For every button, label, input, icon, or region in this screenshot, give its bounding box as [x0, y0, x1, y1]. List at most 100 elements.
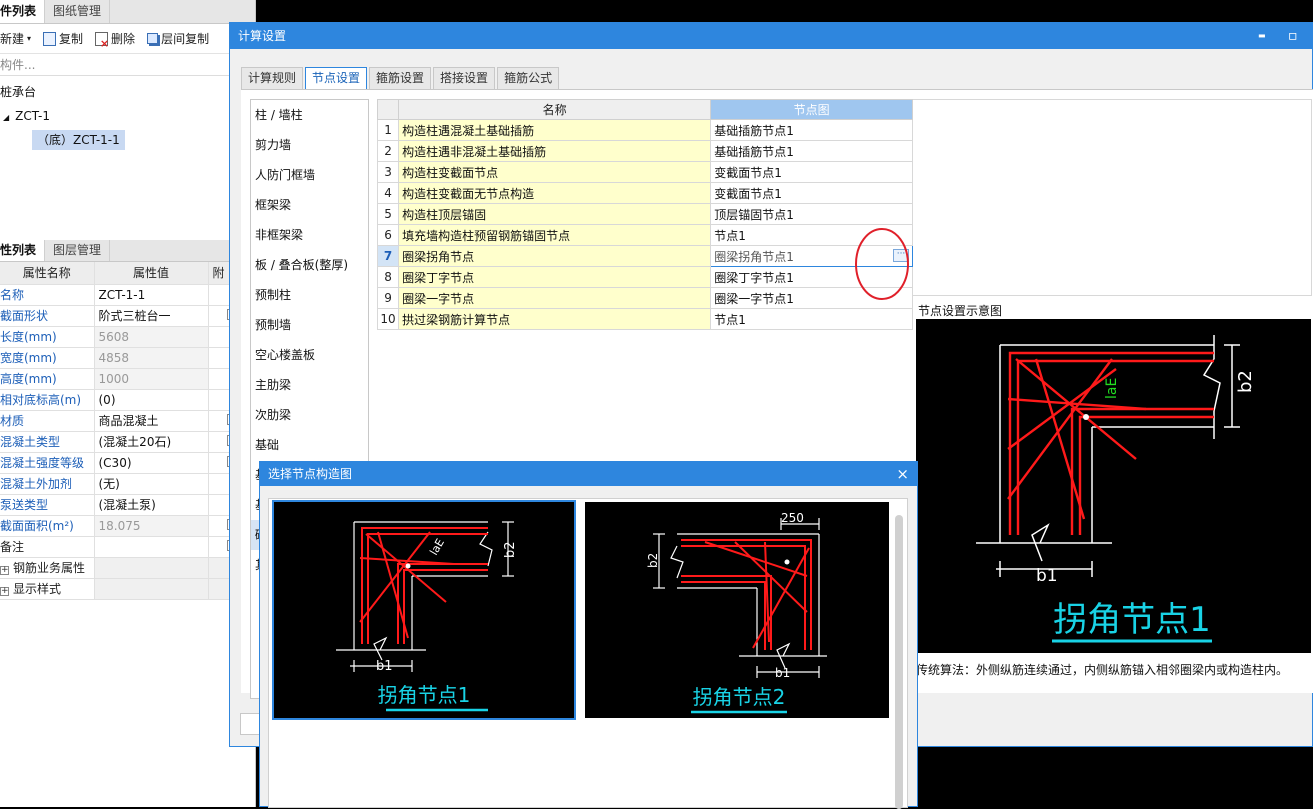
minimize-icon[interactable]: ▬ — [1258, 23, 1266, 49]
tree-item-zct-1[interactable]: ◢ ZCT-1 — [0, 104, 255, 128]
subdialog-titlebar[interactable]: 选择节点构造图 × — [260, 462, 917, 486]
property-row[interactable]: 长度(mm) 5608 — [0, 326, 257, 348]
property-row[interactable]: 宽度(mm) 4858 — [0, 347, 257, 369]
property-row[interactable]: 泵送类型 (混凝土泵) — [0, 494, 257, 516]
category-item[interactable]: 主肋梁 — [251, 370, 368, 400]
node-row[interactable]: 3 构造柱变截面节点 变截面节点1 — [376, 161, 913, 183]
category-item[interactable]: 空心楼盖板 — [251, 340, 368, 370]
property-row[interactable]: + 钢筋业务属性 — [0, 557, 257, 579]
property-row[interactable]: 材质 商品混凝土 — [0, 410, 257, 432]
node-diagram-cell[interactable]: 变截面节点1 — [710, 182, 913, 204]
node-option-2[interactable]: 250 b2 b1 拐角节点2 — [585, 502, 889, 718]
copy-button[interactable]: 复制 — [43, 30, 83, 47]
tree-item-pile-cap[interactable]: 桩承台 — [0, 80, 255, 104]
property-value[interactable] — [94, 536, 209, 558]
node-diagram-cell[interactable]: 基础插筋节点1 — [710, 140, 913, 162]
node-diagram-cell[interactable]: 基础插筋节点1 — [710, 119, 913, 141]
property-value[interactable]: (无) — [94, 473, 209, 495]
property-value[interactable] — [94, 557, 209, 579]
property-row[interactable]: 名称 ZCT-1-1 — [0, 284, 257, 306]
node-table-header: 名称 节点图 — [376, 99, 913, 120]
gallery-scrollbar[interactable] — [895, 515, 903, 809]
category-item[interactable]: 柱 / 墙柱 — [251, 100, 368, 130]
layer-copy-button[interactable]: 层间复制 — [147, 30, 209, 47]
category-item[interactable]: 基础 — [251, 430, 368, 460]
node-row[interactable]: 4 构造柱变截面无节点构造 变截面节点1 — [376, 182, 913, 204]
property-name: 泵送类型 — [0, 494, 95, 516]
property-row[interactable]: 混凝土强度等级 (C30) — [0, 452, 257, 474]
tab-node-settings[interactable]: 节点设置 — [305, 67, 368, 89]
expand-plus-icon[interactable]: + — [0, 587, 9, 596]
property-header-row: 属性名称 属性值 附 — [0, 262, 257, 285]
property-value[interactable]: 商品混凝土 — [94, 410, 209, 432]
property-value[interactable]: (0) — [94, 389, 209, 411]
node-row[interactable]: 7 圈梁拐角节点 圈梁拐角节点1 ··· — [376, 245, 913, 267]
category-item[interactable]: 框架梁 — [251, 190, 368, 220]
node-row[interactable]: 8 圈梁丁字节点 圈梁丁字节点1 — [376, 266, 913, 288]
dialog-footer-button[interactable] — [240, 713, 260, 735]
property-row[interactable]: + 显示样式 — [0, 578, 257, 600]
new-label: 新建 — [0, 32, 25, 46]
property-value[interactable]: 1000 — [94, 368, 209, 390]
close-icon[interactable]: × — [896, 462, 909, 486]
maximize-icon[interactable]: ▫ — [1288, 23, 1298, 49]
property-row[interactable]: 混凝土类型 (混凝土20石) — [0, 431, 257, 453]
property-row[interactable]: 相对底标高(m) (0) — [0, 389, 257, 411]
delete-button[interactable]: 删除 — [95, 30, 135, 50]
property-name-text: 名称 — [0, 288, 25, 302]
property-row[interactable]: 高度(mm) 1000 — [0, 368, 257, 390]
category-item[interactable]: 预制墙 — [251, 310, 368, 340]
property-row[interactable]: 备注 — [0, 536, 257, 558]
property-value[interactable]: (C30) — [94, 452, 209, 474]
property-row[interactable]: 截面面积(m²) 18.075 — [0, 515, 257, 537]
copy-label: 复制 — [59, 32, 84, 46]
node-diagram-cell[interactable]: 变截面节点1 — [710, 161, 913, 183]
node-row[interactable]: 5 构造柱顶层锚固 顶层锚固节点1 — [376, 203, 913, 225]
property-value[interactable]: 5608 — [94, 326, 209, 348]
property-value[interactable]: (混凝土20石) — [94, 431, 209, 453]
property-row[interactable]: 截面形状 阶式三桩台一 — [0, 305, 257, 327]
property-value[interactable] — [94, 578, 209, 600]
node-row[interactable]: 6 填充墙构造柱预留钢筋锚固节点 节点1 — [376, 224, 913, 246]
property-value[interactable]: 18.075 — [94, 515, 209, 537]
new-button[interactable]: 新建 ▾ — [0, 30, 31, 47]
node-row[interactable]: 1 构造柱遇混凝土基础插筋 基础插筋节点1 — [376, 119, 913, 141]
tab-lap-settings[interactable]: 搭接设置 — [433, 67, 496, 89]
node-row[interactable]: 10 拱过梁钢筋计算节点 节点1 — [376, 308, 913, 330]
node-option-1[interactable]: laE b2 b1 拐角节点1 — [272, 500, 576, 720]
dialog-titlebar[interactable]: 计算设置 ▬ ▫ — [230, 23, 1312, 49]
delete-icon — [95, 31, 109, 50]
tab-property-list[interactable]: 性列表 — [0, 240, 46, 261]
tab-stirrup-settings[interactable]: 箍筋设置 — [369, 67, 432, 89]
node-diagram-cell[interactable]: 顶层锚固节点1 — [710, 203, 913, 225]
category-item[interactable]: 板 / 叠合板(整厚) — [251, 250, 368, 280]
property-name: 相对底标高(m) — [0, 389, 95, 411]
node-diagram-cell[interactable]: 节点1 — [710, 308, 913, 330]
expand-plus-icon[interactable]: + — [0, 566, 9, 575]
tab-stirrup-formula[interactable]: 箍筋公式 — [497, 67, 560, 89]
property-value[interactable]: ZCT-1-1 — [94, 284, 209, 306]
category-item[interactable]: 非框架梁 — [251, 220, 368, 250]
node-name: 构造柱变截面无节点构造 — [398, 182, 712, 204]
copy-icon — [43, 31, 57, 46]
component-search-input[interactable]: 构件... — [0, 54, 255, 76]
category-item[interactable]: 次肋梁 — [251, 400, 368, 430]
property-name-text: 备注 — [0, 540, 25, 554]
category-item[interactable]: 剪力墙 — [251, 130, 368, 160]
tree-item-zct-1-1[interactable]: （底）ZCT-1-1 — [0, 128, 255, 152]
category-item[interactable]: 预制柱 — [251, 280, 368, 310]
category-item[interactable]: 人防门框墙 — [251, 160, 368, 190]
tab-calc-rules[interactable]: 计算规则 — [241, 67, 304, 89]
property-value[interactable]: 阶式三桩台一 — [94, 305, 209, 327]
tab-drawing-management[interactable]: 图纸管理 — [45, 0, 111, 23]
node-row[interactable]: 9 圈梁一字节点 圈梁一字节点1 — [376, 287, 913, 309]
row-number: 1 — [376, 119, 400, 141]
property-value[interactable]: 4858 — [94, 347, 209, 369]
property-value[interactable]: (混凝土泵) — [94, 494, 209, 516]
tab-component-list[interactable]: 件列表 — [0, 0, 46, 23]
node-row[interactable]: 2 构造柱遇非混凝土基础插筋 基础插筋节点1 — [376, 140, 913, 162]
property-row[interactable]: 混凝土外加剂 (无) — [0, 473, 257, 495]
node-name: 圈梁拐角节点 — [398, 245, 712, 267]
expand-arrow-icon[interactable]: ◢ — [3, 113, 9, 122]
tab-layer-management[interactable]: 图层管理 — [45, 240, 111, 261]
